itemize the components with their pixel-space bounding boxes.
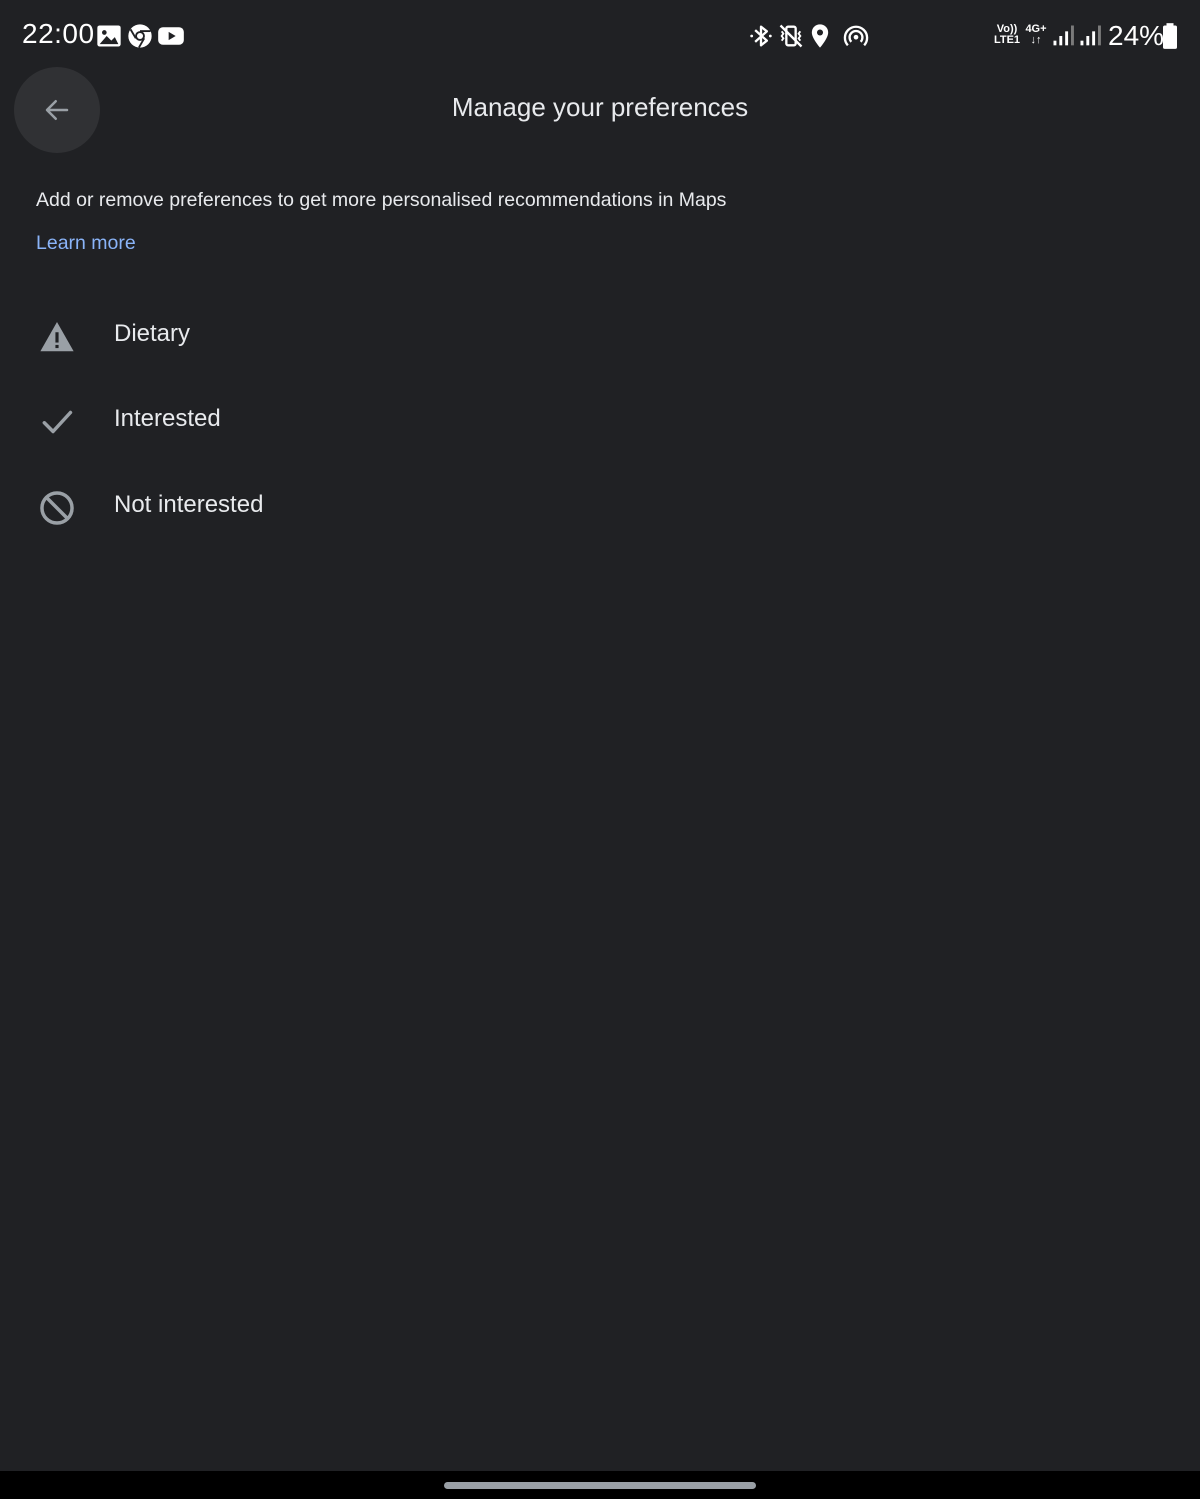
learn-more-link[interactable]: Learn more xyxy=(36,232,136,255)
youtube-icon xyxy=(157,22,185,50)
warning-icon xyxy=(38,318,76,356)
status-bar: 22:00 Vo)) LTE1 4G+ ↓↑ 24% xyxy=(0,0,1200,72)
checkmark-icon xyxy=(38,403,76,441)
vibrate-icon xyxy=(777,22,805,50)
data-indicator: 4G+ ↓↑ xyxy=(1024,24,1048,46)
screen: 22:00 Vo)) LTE1 4G+ ↓↑ 24% Manage your p… xyxy=(0,0,1200,1499)
preference-label: Dietary xyxy=(114,320,191,347)
location-icon xyxy=(806,22,834,50)
gallery-icon xyxy=(95,22,123,50)
preference-item-not-interested[interactable]: Not interested xyxy=(0,467,1200,547)
page-title: Manage your preferences xyxy=(451,92,749,122)
preference-item-interested[interactable]: Interested xyxy=(0,381,1200,461)
status-time: 22:00 xyxy=(22,18,95,49)
hotspot-icon xyxy=(842,22,870,50)
signal-icon xyxy=(1077,22,1105,50)
volte-bottom-label: LTE1 xyxy=(993,34,1021,46)
battery-icon xyxy=(1160,22,1180,50)
bluetooth-icon xyxy=(747,22,775,50)
block-icon xyxy=(38,489,76,527)
preference-label: Not interested xyxy=(114,491,264,518)
battery-percent: 24% xyxy=(1108,20,1165,51)
chrome-icon xyxy=(126,22,154,50)
preference-label: Interested xyxy=(114,405,221,432)
preference-item-dietary[interactable]: Dietary xyxy=(0,296,1200,376)
home-gesture-handle[interactable] xyxy=(444,1482,756,1489)
description-text: Add or remove preferences to get more pe… xyxy=(36,189,727,211)
signal-icon xyxy=(1050,22,1078,50)
volte-indicator: Vo)) LTE1 xyxy=(992,24,1022,46)
data-activity-label: ↓↑ xyxy=(1030,34,1042,46)
